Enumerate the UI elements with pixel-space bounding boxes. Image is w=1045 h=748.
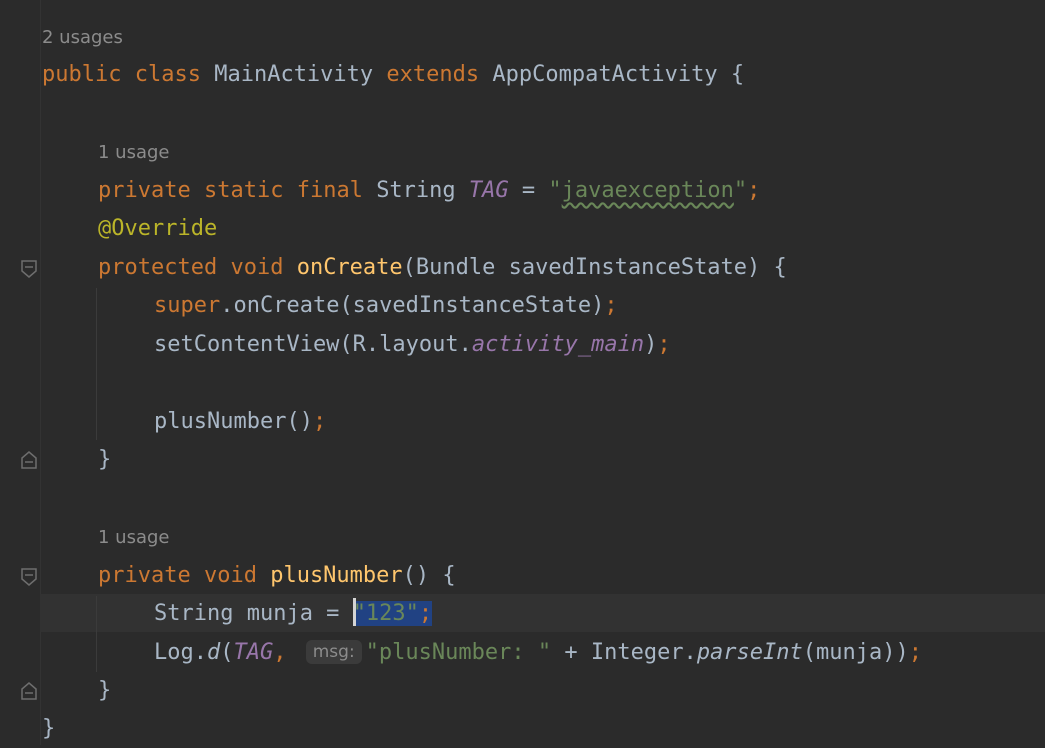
method-call: setContentView(R.layout.	[154, 332, 472, 357]
code-line[interactable]: public class MainActivity extends AppCom…	[42, 56, 744, 94]
declaration: String munja =	[154, 601, 353, 626]
parameters: (Bundle savedInstanceState) {	[402, 255, 787, 280]
code-line[interactable]: private static final String TAG = "javae…	[98, 172, 760, 210]
string-quote: "	[548, 178, 562, 203]
string-literal: javaexception	[561, 178, 734, 203]
fold-end-icon[interactable]	[20, 681, 38, 701]
usages-hint[interactable]: 2 usages	[42, 23, 123, 53]
editor-gutter[interactable]	[0, 0, 40, 745]
paren: (	[220, 640, 234, 665]
brace: {	[730, 62, 745, 87]
semicolon: ;	[312, 409, 327, 434]
code-line[interactable]: private void plusNumber() {	[98, 557, 456, 595]
gutter-divider	[40, 0, 41, 745]
code-line[interactable]: plusNumber();	[154, 403, 326, 441]
parameters: () {	[402, 563, 456, 588]
static-method-call: parseInt	[696, 640, 803, 665]
semicolon: ;	[747, 178, 761, 203]
class-reference: Log.	[154, 640, 207, 665]
keyword: private	[98, 178, 191, 203]
keyword: protected	[98, 255, 218, 280]
string-literal: "123"	[352, 601, 419, 626]
keyword: final	[296, 178, 363, 203]
comma: ,	[273, 640, 287, 665]
parameter-hint[interactable]: msg:	[305, 640, 362, 664]
paren: )	[644, 332, 658, 357]
code-line[interactable]: }	[98, 441, 111, 479]
code-line[interactable]: Log.d(TAG, msg: "plusNumber: " + Integer.…	[154, 634, 922, 672]
arguments: (munja))	[802, 640, 909, 665]
code-line[interactable]: super.onCreate(savedInstanceState);	[154, 287, 618, 325]
constant-reference: TAG	[233, 640, 274, 665]
annotation: @Override	[98, 216, 218, 241]
operator: =	[521, 178, 536, 203]
method-call: plusNumber()	[154, 409, 313, 434]
brace: }	[98, 678, 112, 703]
method-name: plusNumber	[270, 563, 403, 588]
class-name: MainActivity	[214, 62, 374, 87]
code-line[interactable]: }	[42, 710, 55, 748]
type-name: String	[376, 178, 456, 203]
keyword: class	[134, 62, 201, 87]
constant-name: TAG	[468, 178, 509, 203]
indent-guide	[96, 288, 97, 440]
code-line[interactable]: protected void onCreate(Bundle savedInst…	[98, 249, 787, 287]
selection[interactable]: "123";	[352, 598, 433, 626]
field-reference: activity_main	[471, 332, 645, 357]
code-editor[interactable]: 2 usages 1 usage 1 usage public class Ma…	[0, 0, 1045, 745]
concat-expression: + Integer.	[551, 640, 697, 665]
keyword: void	[230, 255, 284, 280]
brace: }	[98, 447, 112, 472]
code-line[interactable]: String munja = "123";	[154, 595, 433, 633]
fold-start-icon[interactable]	[20, 567, 38, 587]
usages-hint[interactable]: 1 usage	[98, 138, 170, 168]
super-class-name: AppCompatActivity	[492, 62, 718, 87]
usages-hint[interactable]: 1 usage	[98, 523, 170, 553]
keyword: private	[98, 563, 191, 588]
keyword: extends	[386, 62, 480, 87]
keyword: void	[203, 563, 257, 588]
semicolon: ;	[604, 293, 618, 318]
fold-start-icon[interactable]	[20, 259, 38, 279]
method-call: .onCreate(savedInstanceState)	[220, 293, 605, 318]
string-literal: "plusNumber: "	[365, 640, 552, 665]
code-line[interactable]: }	[98, 672, 111, 710]
keyword: super	[154, 293, 221, 318]
method-name: onCreate	[296, 255, 403, 280]
fold-end-icon[interactable]	[20, 450, 38, 470]
semicolon: ;	[657, 332, 671, 357]
semicolon: ;	[908, 640, 922, 665]
semicolon: ;	[418, 601, 433, 626]
brace: }	[42, 716, 56, 741]
code-line[interactable]: setContentView(R.layout.activity_main);	[154, 326, 671, 364]
static-method-call: d	[206, 640, 221, 665]
keyword: static	[203, 178, 284, 203]
indent-guide	[96, 596, 97, 672]
keyword: public	[42, 62, 122, 87]
code-line[interactable]: @Override	[98, 210, 217, 248]
string-quote: "	[733, 178, 748, 203]
